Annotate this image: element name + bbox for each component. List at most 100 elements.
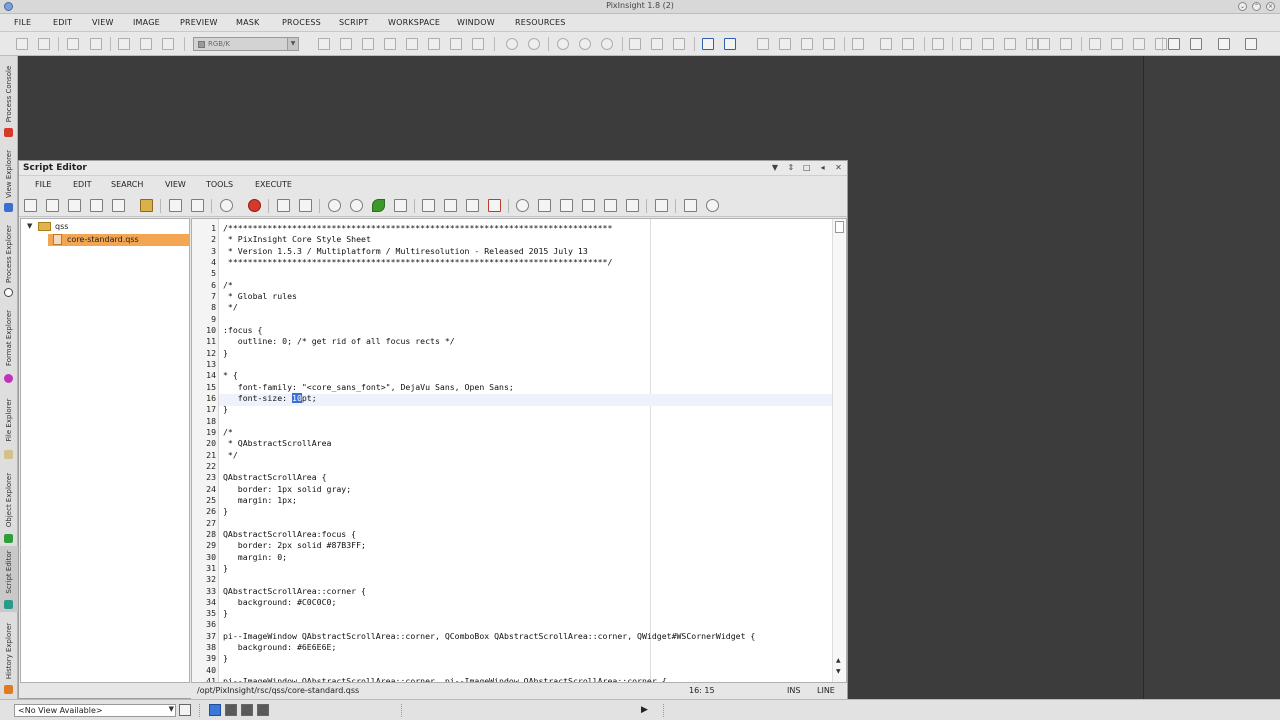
- stf-link-icon[interactable]: [1133, 38, 1145, 50]
- open-folder-icon[interactable]: [140, 199, 153, 212]
- new-preview-icon[interactable]: [724, 38, 736, 50]
- undo-icon[interactable]: [328, 199, 341, 212]
- code-line[interactable]: 18: [192, 416, 846, 427]
- dock-icon[interactable]: ◂: [816, 162, 829, 174]
- mask-show-icon[interactable]: [823, 38, 835, 50]
- readout-icon[interactable]: [1155, 38, 1167, 50]
- code-line[interactable]: 28 QAbstractScrollArea:focus {: [192, 529, 846, 540]
- mask-color-icon[interactable]: [880, 38, 892, 50]
- editor-menu-file[interactable]: FILE: [35, 180, 51, 189]
- image-open-icon[interactable]: [118, 38, 130, 50]
- editor-menu-tools[interactable]: TOOLS: [206, 180, 233, 189]
- move-icon[interactable]: [318, 38, 330, 50]
- workspace-4-icon[interactable]: [257, 704, 269, 716]
- find-prev-icon[interactable]: [582, 199, 595, 212]
- preview-mode-icon[interactable]: [702, 38, 714, 50]
- code-line[interactable]: 13: [192, 359, 846, 370]
- code-line[interactable]: 3 * Version 1.5.3 / Multiplatform / Mult…: [192, 246, 846, 257]
- menu-script[interactable]: SCRIPT: [339, 18, 369, 27]
- new-file-icon[interactable]: [24, 199, 37, 212]
- paste-icon[interactable]: [466, 199, 479, 212]
- edit-pen-icon[interactable]: [372, 199, 385, 212]
- editor-menu-execute[interactable]: EXECUTE: [255, 180, 292, 189]
- scroll-down-icon[interactable]: ▼: [836, 668, 841, 675]
- code-line[interactable]: 32: [192, 574, 846, 585]
- settings-gear-icon[interactable]: [706, 199, 719, 212]
- image-close-icon[interactable]: [162, 38, 174, 50]
- code-line[interactable]: 22: [192, 461, 846, 472]
- code-line[interactable]: 26}: [192, 506, 846, 517]
- image-save-icon[interactable]: [140, 38, 152, 50]
- save-as-icon[interactable]: [191, 199, 204, 212]
- replace-icon[interactable]: [538, 199, 551, 212]
- code-line[interactable]: 12}: [192, 348, 846, 359]
- luminance-icon[interactable]: [1038, 38, 1050, 50]
- code-line[interactable]: 40: [192, 665, 846, 676]
- copy-icon[interactable]: [444, 199, 457, 212]
- code-line[interactable]: 5: [192, 268, 846, 279]
- code-line[interactable]: 2 * PixInsight Core Style Sheet: [192, 234, 846, 245]
- close-icon[interactable]: ✕: [832, 162, 845, 174]
- code-line[interactable]: 19 /*: [192, 427, 846, 438]
- format-icon[interactable]: [394, 199, 407, 212]
- rgb-icon[interactable]: [960, 38, 972, 50]
- code-line[interactable]: 25 margin: 1px;: [192, 495, 846, 506]
- pdf-icon[interactable]: [299, 199, 312, 212]
- code-line[interactable]: 20 * QAbstractScrollArea: [192, 438, 846, 449]
- code-line[interactable]: 10:focus {: [192, 325, 846, 336]
- fit-icon[interactable]: [340, 38, 352, 50]
- mask-mode-icon[interactable]: [902, 38, 914, 50]
- find-next-icon[interactable]: [560, 199, 573, 212]
- code-line[interactable]: 38 background: #6E6E6E;: [192, 642, 846, 653]
- code-line[interactable]: 35}: [192, 608, 846, 619]
- menu-file[interactable]: FILE: [14, 18, 31, 27]
- play-icon[interactable]: ▶: [641, 705, 648, 715]
- code-line[interactable]: 6 /*: [192, 280, 846, 291]
- editor-menu-edit[interactable]: EDIT: [73, 180, 91, 189]
- maximize-icon[interactable]: ⌃: [1252, 2, 1261, 11]
- view-selector[interactable]: <No View Available> ▼: [14, 704, 176, 717]
- menu-image[interactable]: IMAGE: [133, 18, 160, 27]
- code-line[interactable]: 1 /**************************************…: [192, 223, 846, 234]
- print-icon[interactable]: [277, 199, 290, 212]
- menu-mask[interactable]: MASK: [236, 18, 260, 27]
- code-line[interactable]: 30 margin: 0;: [192, 552, 846, 563]
- code-line[interactable]: 9: [192, 314, 846, 325]
- new-text-icon[interactable]: [112, 199, 125, 212]
- tree-file-core-standard[interactable]: core-standard.qss: [67, 235, 139, 244]
- code-line[interactable]: 36: [192, 619, 846, 630]
- scrollbar-thumb[interactable]: [835, 221, 844, 233]
- screen-icon[interactable]: [1218, 38, 1230, 50]
- center-icon[interactable]: [406, 38, 418, 50]
- editor-menu-search[interactable]: SEARCH: [111, 180, 143, 189]
- new-js-icon[interactable]: [46, 199, 59, 212]
- close-icon[interactable]: ×: [1266, 2, 1275, 11]
- screen-alt-icon[interactable]: [1245, 38, 1257, 50]
- code-line[interactable]: 11 outline: 0; /* get rid of all focus r…: [192, 336, 846, 347]
- monitor-icon[interactable]: [1168, 38, 1180, 50]
- code-line[interactable]: 24 border: 1px solid gray;: [192, 484, 846, 495]
- invert-mask-icon[interactable]: [852, 38, 864, 50]
- tab-history-explorer[interactable]: History Explorer: [0, 612, 18, 699]
- menu-process[interactable]: PROCESS: [282, 18, 321, 27]
- undo-all-icon[interactable]: [67, 38, 79, 50]
- pan-icon[interactable]: [384, 38, 396, 50]
- zoom-in-icon[interactable]: [506, 38, 518, 50]
- mask-icon[interactable]: [801, 38, 813, 50]
- code-line[interactable]: 7 * Global rules: [192, 291, 846, 302]
- cut-icon[interactable]: [422, 199, 435, 212]
- code-line[interactable]: 39}: [192, 653, 846, 664]
- redo-icon[interactable]: [38, 38, 50, 50]
- menu-preview[interactable]: PREVIEW: [180, 18, 218, 27]
- expand-toggle-icon[interactable]: ▼: [27, 222, 32, 230]
- code-line[interactable]: 27: [192, 518, 846, 529]
- code-line[interactable]: 29 border: 2px solid #87B3FF;: [192, 540, 846, 551]
- zoom-fit-icon[interactable]: [579, 38, 591, 50]
- display-icon[interactable]: [932, 38, 944, 50]
- code-editor[interactable]: 1/**************************************…: [191, 218, 847, 683]
- tree-folder-qss[interactable]: qss: [55, 222, 68, 231]
- reload-icon[interactable]: [220, 199, 233, 212]
- green-icon[interactable]: [1004, 38, 1016, 50]
- delete-icon[interactable]: [488, 199, 501, 212]
- monitor-settings-icon[interactable]: [1190, 38, 1202, 50]
